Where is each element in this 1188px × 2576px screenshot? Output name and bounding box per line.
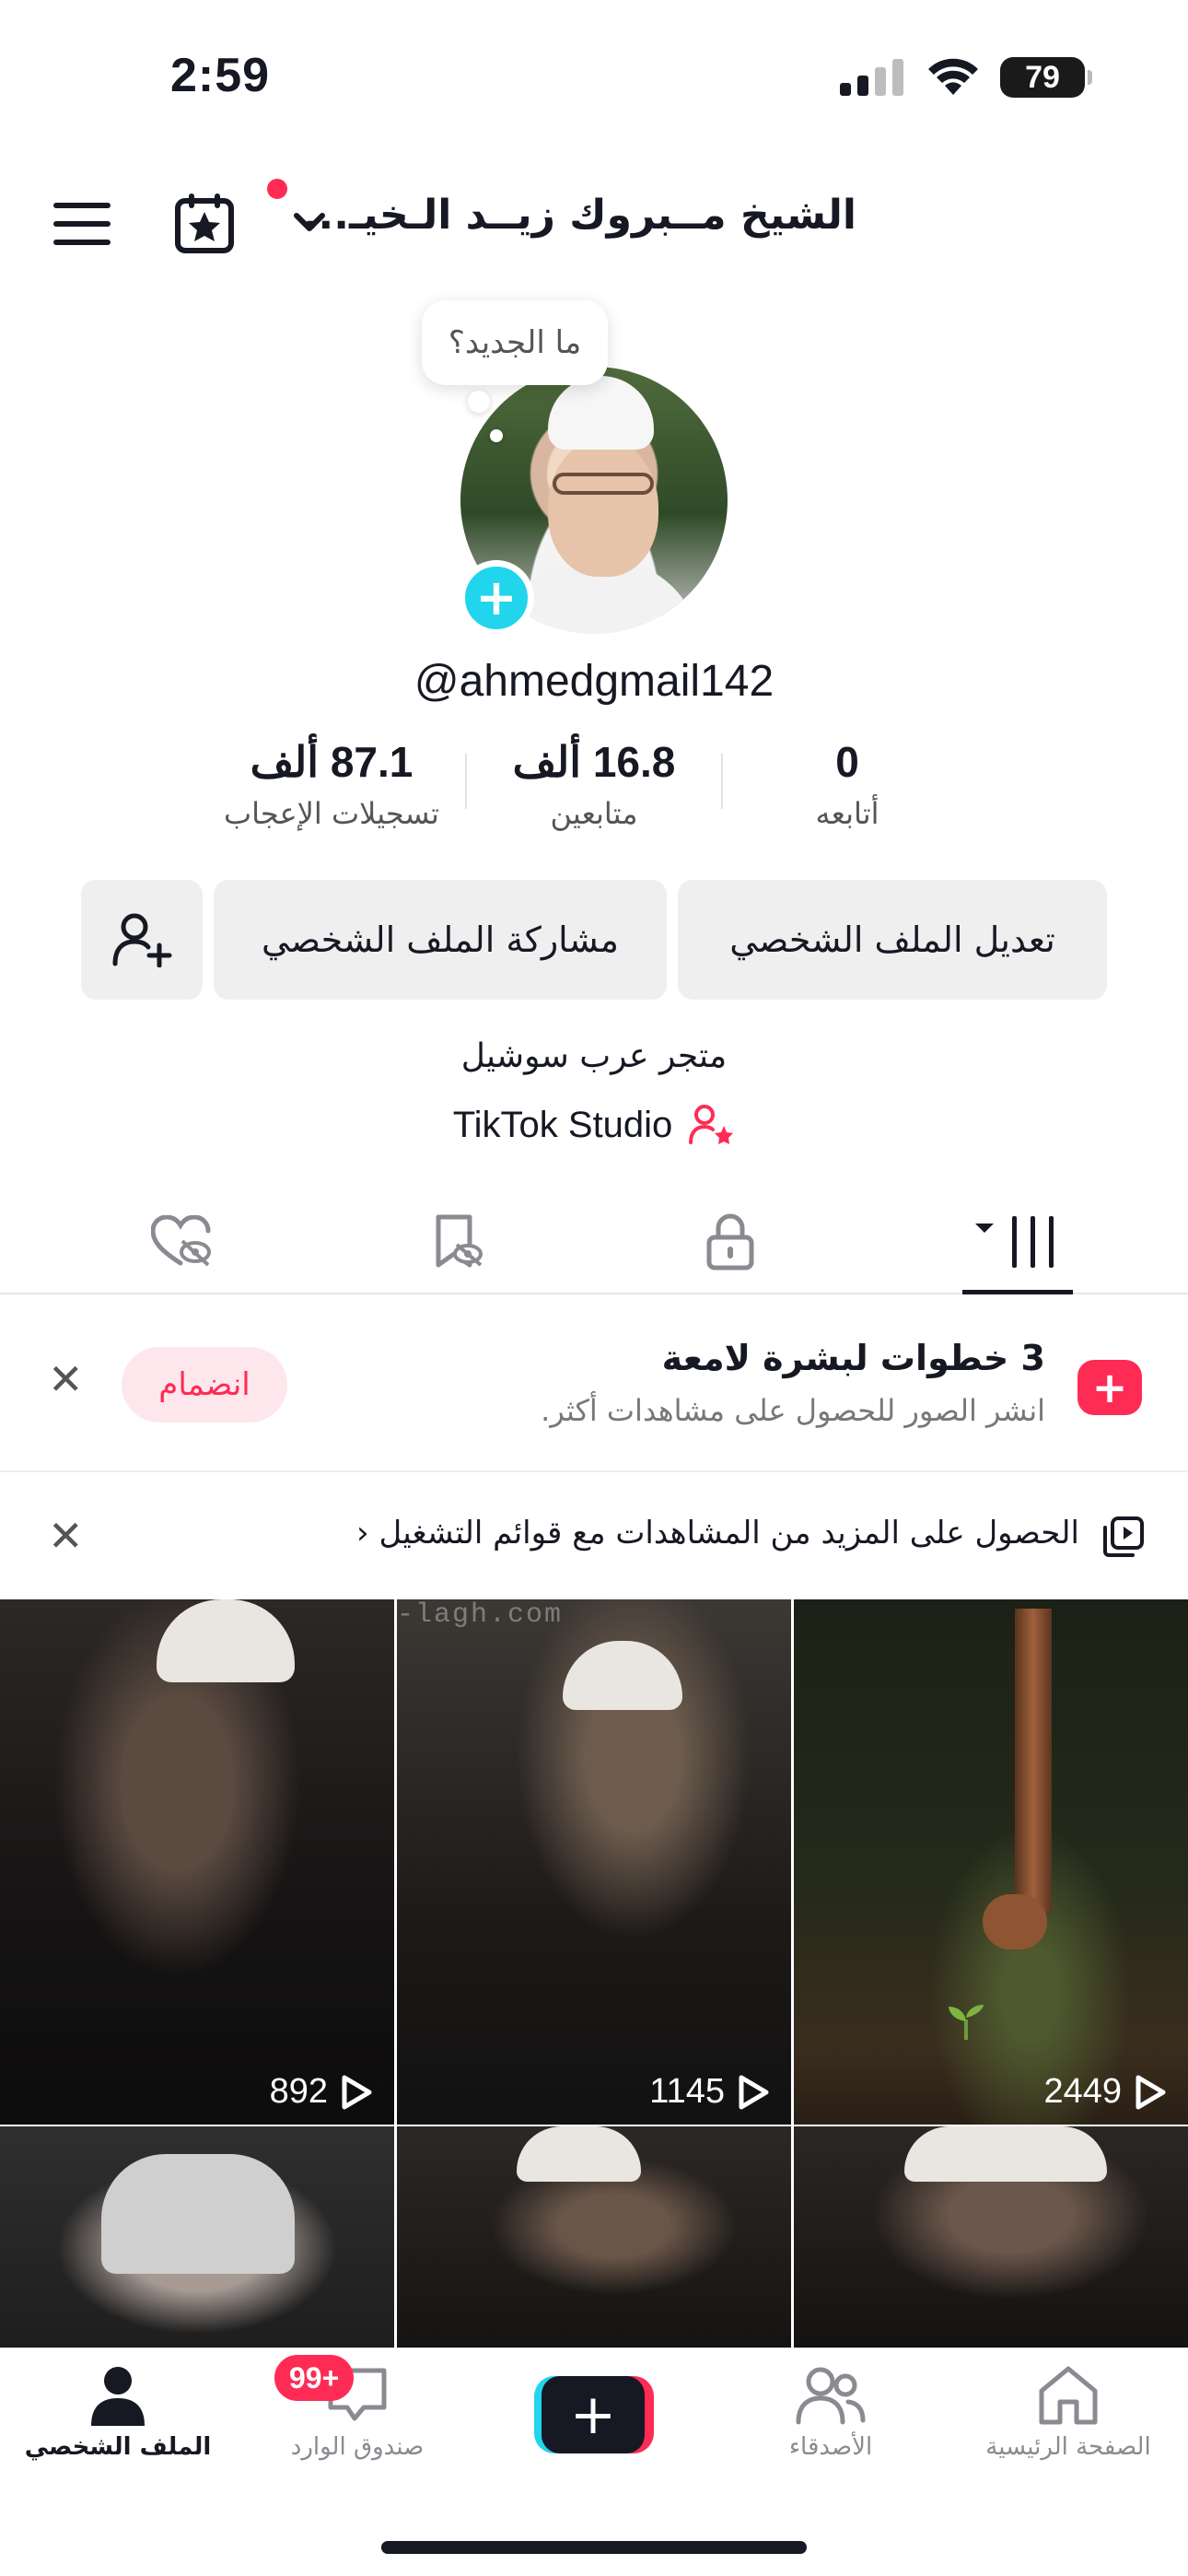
- create-button[interactable]: +: [534, 2376, 654, 2453]
- video-thumbnail[interactable]: 2449: [794, 1599, 1188, 2125]
- tiktok-studio-label: TikTok Studio: [452, 1104, 673, 1145]
- edit-profile-button[interactable]: تعديل الملف الشخصي: [678, 880, 1107, 1000]
- close-icon[interactable]: ✕: [48, 1511, 84, 1561]
- whats-new-bubble[interactable]: ما الجديد؟: [422, 300, 608, 385]
- join-button[interactable]: انضمام: [122, 1347, 287, 1423]
- profile-bio: متجر عرب سوشيل: [460, 1037, 728, 1075]
- playlist-banner[interactable]: الحصول على المزيد من المشاهدات مع قوائم …: [0, 1474, 1188, 1599]
- stat-likes-value: 87.1 ألف: [250, 738, 413, 786]
- username[interactable]: @ahmedgmail142: [0, 656, 1188, 707]
- video-grid: 892 -lagh.com 1145 2449: [0, 1599, 1188, 2348]
- creator-star-icon: [689, 1105, 734, 1144]
- nav-friends-label: الأصدقاء: [788, 2433, 873, 2461]
- profile-person-icon: [91, 2367, 145, 2426]
- stat-following[interactable]: 0 أتابعه: [755, 737, 939, 831]
- video-thumbnail[interactable]: [794, 2126, 1188, 2348]
- nav-profile[interactable]: الملف الشخصي: [7, 2365, 228, 2461]
- nav-friends[interactable]: الأصدقاء: [720, 2365, 941, 2461]
- bubble-tail-small: [490, 429, 503, 442]
- grid-videos-icon: [975, 1215, 1054, 1268]
- close-icon[interactable]: ✕: [48, 1354, 84, 1404]
- inbox-badge: 99+: [274, 2355, 355, 2401]
- stat-following-value: 0: [835, 738, 859, 786]
- plus-square-icon: +: [1077, 1360, 1142, 1415]
- nav-home-label: الصفحة الرئيسية: [985, 2433, 1151, 2461]
- battery-indicator: 79: [1000, 57, 1092, 98]
- tab-saved[interactable]: [389, 1188, 527, 1294]
- hamburger-menu-icon[interactable]: [53, 201, 111, 247]
- video-thumbnail[interactable]: [397, 2126, 791, 2348]
- video-thumbnail[interactable]: -lagh.com 1145: [397, 1599, 791, 2125]
- cellular-signal-icon: [840, 59, 903, 96]
- calendar-star-icon[interactable]: [173, 192, 236, 254]
- bubble-tail: [468, 391, 490, 413]
- play-icon: [342, 2075, 372, 2109]
- stat-divider: [721, 754, 723, 809]
- play-icon: [739, 2075, 769, 2109]
- add-user-icon: [112, 913, 172, 967]
- add-friend-button[interactable]: [81, 880, 203, 1000]
- video-thumbnail[interactable]: 892: [0, 1599, 394, 2125]
- view-count: 1145: [397, 2072, 791, 2112]
- playlist-banner-label: الحصول على المزيد من المشاهدات مع قوائم …: [379, 1515, 1079, 1551]
- bookmark-hidden-icon: [436, 1214, 483, 1267]
- stat-followers-label: متابعين: [550, 796, 638, 831]
- video-thumbnail[interactable]: [0, 2126, 394, 2348]
- playlist-icon: [1103, 1516, 1144, 1557]
- chevron-left-icon: ‹: [356, 1515, 369, 1551]
- nav-profile-label: الملف الشخصي: [24, 2433, 212, 2461]
- tab-liked[interactable]: [112, 1188, 250, 1294]
- tab-videos[interactable]: [949, 1188, 1087, 1294]
- stat-likes[interactable]: 87.1 ألف تسجيلات الإعجاب: [207, 737, 456, 831]
- steps-banner-title: 3 خطوات لبشرة لامعة: [661, 1338, 1045, 1378]
- status-icons: 79: [840, 57, 1092, 98]
- steps-banner-subtitle: انشر الصور للحصول على مشاهدات أكثر.: [541, 1393, 1045, 1428]
- lock-icon: [706, 1213, 754, 1270]
- nav-inbox-label: صندوق الوارد: [290, 2433, 425, 2461]
- stat-following-label: أتابعه: [815, 796, 879, 831]
- create-plus-icon: +: [542, 2376, 645, 2453]
- tiktok-studio-link[interactable]: TikTok Studio: [0, 1104, 1188, 1146]
- stat-followers[interactable]: 16.8 ألف متابعين: [479, 737, 709, 831]
- video-watermark: -lagh.com: [397, 1599, 564, 1631]
- play-icon: [1136, 2075, 1166, 2109]
- home-indicator[interactable]: [381, 2541, 807, 2554]
- friends-icon: [796, 2367, 866, 2425]
- stat-followers-value: 16.8 ألف: [512, 738, 676, 786]
- playlist-banner-text: الحصول على المزيد من المشاهدات مع قوائم …: [356, 1515, 1079, 1551]
- add-story-button[interactable]: +: [459, 560, 534, 636]
- active-tab-indicator: [962, 1290, 1073, 1294]
- wifi-icon: [928, 58, 978, 95]
- status-time: 2:59: [170, 49, 271, 102]
- nav-home[interactable]: الصفحة الرئيسية: [958, 2365, 1179, 2461]
- stat-likes-label: تسجيلات الإعجاب: [224, 796, 439, 831]
- home-icon: [1039, 2366, 1098, 2425]
- account-switcher-title[interactable]: الشيخ مــبروك زيــد الـخيـ...: [303, 192, 856, 239]
- heart-hidden-icon: [151, 1214, 211, 1266]
- view-count: 892: [0, 2072, 394, 2112]
- stat-divider: [465, 754, 467, 809]
- share-profile-button[interactable]: مشاركة الملف الشخصي: [214, 880, 667, 1000]
- tab-private[interactable]: [661, 1188, 799, 1294]
- view-count: 2449: [794, 2072, 1188, 2112]
- notification-dot: [267, 179, 287, 199]
- profile-tabs: [0, 1188, 1188, 1294]
- steps-banner[interactable]: + 3 خطوات لبشرة لامعة انشر الصور للحصول …: [0, 1297, 1188, 1472]
